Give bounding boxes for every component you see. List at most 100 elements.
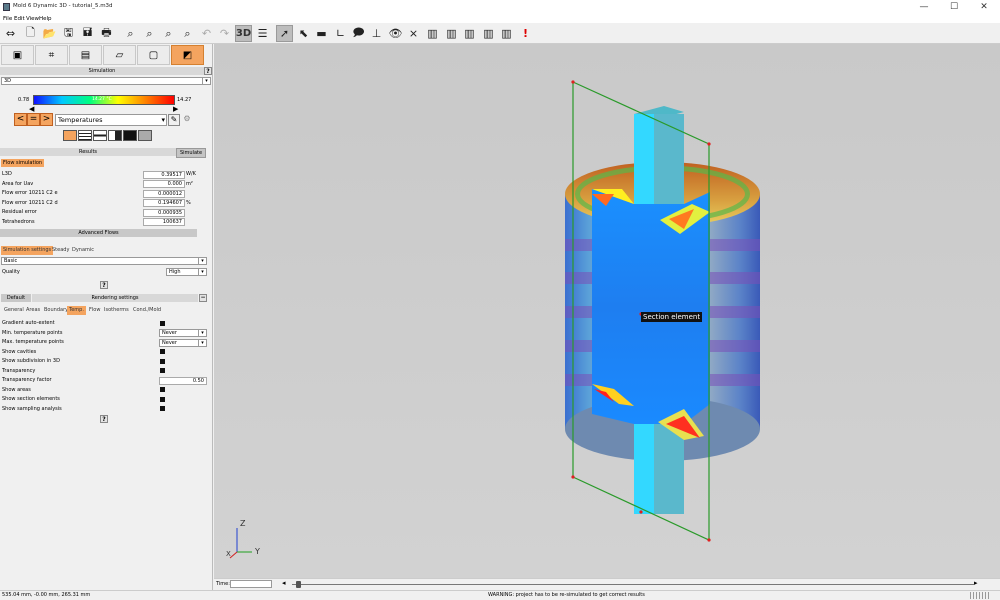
simulate-button[interactable]: Simulate [176, 148, 206, 158]
display-mode-6-icon[interactable] [138, 130, 152, 141]
select-pointer-icon[interactable]: ➚ [276, 25, 293, 42]
tab-temp[interactable]: Temp. [67, 306, 86, 315]
view-3d-button[interactable]: 3D [235, 25, 252, 42]
chart-5-icon[interactable]: ▥ [498, 25, 515, 42]
default-button[interactable]: Default [1, 294, 31, 302]
zoom-fit-icon[interactable]: ⌕ [122, 25, 139, 42]
tab-geometry[interactable]: ▣ [1, 45, 34, 65]
prev-quantity-button[interactable]: < [14, 113, 27, 126]
menu-help[interactable]: Help [39, 15, 52, 23]
warning-icon[interactable]: ! [517, 25, 534, 42]
3d-model-view[interactable] [214, 44, 1000, 578]
render-setting-checkbox[interactable] [160, 358, 165, 364]
tab-areas[interactable]: Areas [24, 306, 42, 315]
tab-crop[interactable]: ⌗ [35, 45, 68, 65]
save-as-icon[interactable]: 🖬 [79, 25, 96, 42]
render-setting-checkbox[interactable] [160, 396, 165, 402]
view-mode-select[interactable]: 3D ▾ [1, 77, 211, 85]
comment-icon[interactable]: 🗩 [350, 25, 367, 42]
time-prev-icon[interactable]: ◂ [282, 579, 286, 588]
tab-materials[interactable]: ▢ [137, 45, 170, 65]
print-icon[interactable]: 🖶 [98, 25, 115, 42]
rectangle-tool-icon[interactable]: ▬ [313, 25, 330, 42]
settings-gear-icon[interactable]: ⚙ [181, 114, 193, 126]
zoom-out-icon[interactable]: ⌕ [160, 25, 177, 42]
time-slider-track[interactable] [292, 584, 974, 585]
render-setting-checkbox[interactable] [160, 387, 165, 392]
display-mode-1-icon[interactable] [63, 130, 77, 141]
tab-flow[interactable]: Flow [87, 306, 102, 315]
chart-1-icon[interactable]: ▥ [424, 25, 441, 42]
save-icon[interactable]: 🖫 [60, 25, 77, 42]
tab-simulation[interactable]: ◩ [171, 45, 204, 65]
frame-corner-handle[interactable] [707, 142, 711, 146]
help-button[interactable]: ? [204, 67, 212, 75]
display-mode-4-icon[interactable] [108, 130, 122, 141]
quality-select[interactable]: High ▾ [166, 268, 207, 276]
chart-2-icon[interactable]: ▥ [443, 25, 460, 42]
display-mode-2-icon[interactable] [78, 130, 92, 141]
advanced-flows-button[interactable]: Advanced Flows [0, 229, 197, 237]
render-setting-checkbox[interactable] [160, 406, 165, 411]
frame-corner-handle[interactable] [571, 475, 575, 479]
menu-file[interactable]: File [3, 15, 12, 23]
select-element-icon[interactable]: ⬉ [295, 25, 312, 42]
render-setting-checkbox[interactable] [160, 349, 165, 354]
list-icon[interactable]: ☰ [254, 25, 271, 42]
colorbar-max-handle-icon[interactable]: ▶ [173, 105, 178, 113]
render-setting-checkbox[interactable] [160, 368, 165, 373]
tab-simulation-settings[interactable]: Simulation settings [1, 246, 54, 255]
chart-4-icon[interactable]: ▥ [480, 25, 497, 42]
open-folder-icon[interactable]: 📂 [41, 25, 58, 42]
colorbar-min-handle-icon[interactable]: ◀ [29, 105, 34, 113]
eyedropper-icon[interactable]: ✎ [168, 114, 180, 126]
minimize-button[interactable]: — [914, 0, 934, 15]
zoom-window-icon[interactable]: ⌕ [179, 25, 196, 42]
tab-dynamic[interactable]: Dynamic [70, 246, 96, 255]
frame-corner-handle[interactable] [707, 538, 711, 542]
collapse-button[interactable]: − [199, 294, 207, 302]
time-next-icon[interactable]: ▸ [974, 579, 978, 588]
display-mode-5-icon[interactable] [123, 130, 137, 141]
render-setting-select[interactable]: Never ▾ [159, 338, 207, 347]
tab-steady[interactable]: Steady [50, 246, 71, 255]
hide-icon[interactable]: ⨯ [405, 25, 422, 42]
eye-icon[interactable]: 👁 [387, 25, 404, 42]
frame-edge-handle[interactable] [639, 510, 643, 514]
frame-corner-handle[interactable] [571, 80, 575, 84]
tab-boundary-settings[interactable]: Boundary [42, 306, 70, 315]
time-input[interactable] [230, 580, 272, 588]
resize-arrows-icon[interactable]: ⇔ [2, 25, 19, 42]
next-quantity-button[interactable]: > [40, 113, 53, 126]
display-mode-3-icon[interactable] [93, 130, 107, 141]
undo-icon[interactable]: ↶ [198, 25, 215, 42]
help-button[interactable]: ? [100, 415, 108, 423]
flow-simulation-tab[interactable]: Flow simulation [1, 159, 45, 167]
tab-cond-mold[interactable]: Cond./Mold [131, 306, 163, 315]
equal-quantity-button[interactable]: = [27, 113, 40, 126]
measure-icon[interactable]: ∟ [332, 25, 349, 42]
tab-isotherms[interactable]: Isotherms [102, 306, 131, 315]
render-setting-checkbox[interactable] [160, 320, 165, 326]
zoom-in-icon[interactable]: ⌕ [141, 25, 158, 42]
tab-boundary[interactable]: ▤ [69, 45, 102, 65]
help-button[interactable]: ? [100, 281, 108, 289]
close-button[interactable]: ✕ [974, 0, 994, 15]
quantity-select[interactable]: Temperatures ▾ [55, 114, 167, 126]
redo-icon[interactable]: ↷ [216, 25, 233, 42]
dimension-icon[interactable]: ⊥ [368, 25, 385, 42]
maximize-button[interactable]: ☐ [944, 0, 964, 15]
tab-layers[interactable]: ▱ [103, 45, 136, 65]
new-file-icon[interactable]: 🗋 [22, 25, 39, 42]
chart-3-icon[interactable]: ▥ [461, 25, 478, 42]
menu-edit[interactable]: Edit [14, 15, 25, 23]
mode-value: Basic [4, 258, 18, 264]
resize-grip-icon[interactable] [970, 592, 990, 599]
mode-select[interactable]: Basic ▾ [1, 257, 207, 265]
tab-general[interactable]: General [2, 306, 26, 315]
render-setting-field[interactable]: 0.50 [159, 376, 207, 385]
menu-view[interactable]: View [26, 15, 39, 23]
render-setting-select[interactable]: Never ▾ [159, 329, 207, 337]
time-slider-thumb[interactable] [296, 581, 301, 588]
3d-viewport[interactable]: Section element Z X Y [214, 44, 1000, 578]
